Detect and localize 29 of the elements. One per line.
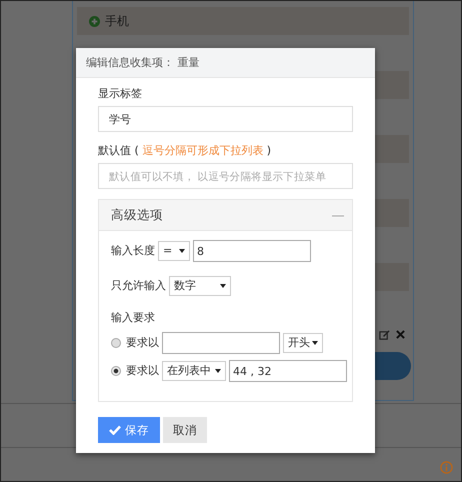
field-label: 输入要求 bbox=[111, 310, 155, 326]
plus-icon bbox=[89, 16, 100, 26]
input-field[interactable]: 学号 bbox=[98, 106, 353, 132]
input-field[interactable] bbox=[162, 332, 280, 354]
dropdown[interactable]: 数字 bbox=[169, 276, 231, 296]
caret-icon bbox=[179, 249, 185, 253]
input-field[interactable]: 8 bbox=[193, 240, 311, 262]
field-label: 默认值 ( 逗号分隔可形成下拉列表 ) bbox=[98, 143, 272, 159]
field-label: 显示标签 bbox=[98, 86, 142, 102]
field-label: 只允许输入 bbox=[111, 278, 166, 294]
panel-title: 高级选项 bbox=[111, 207, 163, 223]
radio-button[interactable] bbox=[111, 338, 121, 348]
caret-icon bbox=[220, 284, 226, 288]
cancel-button[interactable]: 取消 bbox=[163, 417, 207, 443]
caret-icon bbox=[312, 341, 318, 345]
radio-label: 要求以 bbox=[126, 335, 159, 351]
dropdown[interactable]: = bbox=[158, 241, 190, 261]
dialog-title: 编辑信息收集项： 重量 bbox=[86, 55, 200, 70]
list-item-label: 手机 bbox=[105, 12, 129, 30]
check-icon bbox=[109, 425, 121, 435]
dropdown[interactable]: 开头 bbox=[283, 333, 323, 353]
input-field[interactable]: 44 , 32 bbox=[229, 360, 347, 382]
radio-label: 要求以 bbox=[126, 363, 159, 379]
caret-icon bbox=[215, 369, 221, 373]
edit-icon[interactable] bbox=[379, 330, 390, 341]
radio-button[interactable] bbox=[111, 366, 121, 376]
close-icon[interactable] bbox=[396, 330, 405, 339]
dropdown[interactable]: 在列表中 bbox=[162, 361, 226, 381]
field-label: 输入长度 bbox=[111, 243, 155, 259]
